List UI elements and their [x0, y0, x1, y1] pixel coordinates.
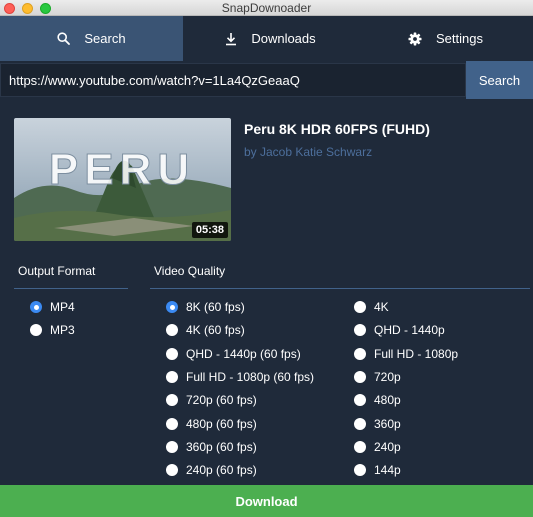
radio-unselected-icon[interactable]	[354, 440, 366, 453]
radio-option[interactable]: Full HD - 1080p	[354, 346, 458, 362]
radio-option-label: 720p	[374, 369, 401, 384]
radio-option[interactable]: 480p (60 fps)	[166, 416, 257, 432]
download-button[interactable]: Download	[0, 485, 533, 517]
radio-option-label: 360p	[374, 416, 401, 431]
output-format-divider	[14, 288, 128, 289]
radio-option-label: QHD - 1440p (60 fps)	[186, 346, 301, 361]
radio-unselected-icon[interactable]	[354, 417, 366, 430]
radio-unselected-icon[interactable]	[354, 301, 366, 313]
radio-selected-icon[interactable]	[166, 301, 178, 313]
tab-search-label: Search	[84, 31, 126, 46]
radio-option[interactable]: QHD - 1440p (60 fps)	[166, 346, 301, 362]
radio-option[interactable]: 4K	[354, 299, 389, 315]
radio-option[interactable]: 480p	[354, 392, 401, 408]
radio-unselected-icon[interactable]	[354, 370, 366, 383]
radio-option-label: 480p	[374, 393, 401, 408]
radio-option-label: QHD - 1440p	[374, 323, 445, 338]
radio-option[interactable]: Full HD - 1080p (60 fps)	[166, 369, 314, 385]
radio-option[interactable]: 360p	[354, 416, 401, 432]
video-thumbnail[interactable]: PERU 05:38	[14, 118, 231, 241]
radio-option[interactable]: 8K (60 fps)	[166, 299, 245, 315]
radio-unselected-icon[interactable]	[166, 347, 178, 360]
video-quality-divider	[150, 288, 530, 289]
radio-option-label: 360p (60 fps)	[186, 439, 257, 454]
radio-option[interactable]: 720p (60 fps)	[166, 392, 257, 408]
video-quality-heading: Video Quality	[154, 264, 226, 278]
radio-option-label: 480p (60 fps)	[186, 416, 257, 431]
url-bar: Search	[0, 61, 533, 99]
radio-option-label: Full HD - 1080p (60 fps)	[186, 369, 315, 384]
radio-option-label: MP3	[50, 323, 75, 338]
radio-option-label: 240p	[374, 439, 401, 454]
radio-option[interactable]: MP3	[30, 322, 75, 338]
radio-unselected-icon[interactable]	[166, 394, 178, 407]
radio-option[interactable]: 144p	[354, 462, 401, 478]
radio-option[interactable]: 240p (60 fps)	[166, 462, 257, 478]
radio-unselected-icon[interactable]	[166, 370, 178, 383]
tab-settings[interactable]: Settings	[358, 16, 533, 61]
search-icon	[57, 32, 71, 45]
gear-icon	[408, 32, 422, 46]
radio-option[interactable]: 240p	[354, 439, 401, 455]
radio-option-label: MP4	[50, 300, 75, 314]
tab-settings-label: Settings	[436, 31, 483, 46]
window-title: SnapDownoader	[221, 1, 312, 15]
radio-option[interactable]: 360p (60 fps)	[166, 439, 257, 455]
radio-option-label: 4K	[374, 300, 389, 314]
tab-downloads[interactable]: Downloads	[183, 16, 358, 61]
radio-unselected-icon[interactable]	[166, 324, 178, 337]
radio-option[interactable]: 4K (60 fps)	[166, 322, 245, 338]
radio-unselected-icon[interactable]	[354, 347, 366, 360]
radio-unselected-icon[interactable]	[166, 464, 178, 477]
video-title: Peru 8K HDR 60FPS (FUHD)	[244, 121, 430, 137]
radio-option-label: 144p	[374, 463, 401, 478]
radio-option-label: 4K (60 fps)	[186, 323, 245, 338]
tab-downloads-label: Downloads	[251, 31, 316, 46]
url-input[interactable]	[0, 63, 466, 97]
video-author-link[interactable]: by Jacob Katie Schwarz	[244, 145, 372, 159]
radio-unselected-icon[interactable]	[354, 394, 366, 407]
radio-option-label: 240p (60 fps)	[186, 463, 257, 478]
radio-option-label: 8K (60 fps)	[186, 300, 245, 314]
main-tabs: Search Downloads Settings	[0, 16, 533, 61]
window-titlebar: SnapDownoader	[0, 0, 533, 16]
radio-selected-icon[interactable]	[30, 301, 42, 313]
tab-search[interactable]: Search	[0, 16, 183, 61]
radio-option-label: 720p (60 fps)	[186, 393, 257, 408]
radio-unselected-icon[interactable]	[166, 417, 178, 430]
output-format-heading: Output Format	[18, 264, 96, 278]
radio-unselected-icon[interactable]	[354, 464, 366, 477]
radio-option[interactable]: MP4	[30, 299, 75, 315]
search-button[interactable]: Search	[466, 61, 533, 99]
radio-unselected-icon[interactable]	[30, 324, 42, 337]
radio-option-label: Full HD - 1080p	[374, 346, 459, 361]
radio-unselected-icon[interactable]	[166, 440, 178, 453]
radio-option[interactable]: QHD - 1440p	[354, 322, 445, 338]
thumbnail-title-text: PERU	[49, 145, 195, 194]
video-duration: 05:38	[191, 222, 228, 238]
radio-option[interactable]: 720p	[354, 369, 401, 385]
download-icon	[225, 32, 237, 46]
radio-unselected-icon[interactable]	[354, 324, 366, 337]
